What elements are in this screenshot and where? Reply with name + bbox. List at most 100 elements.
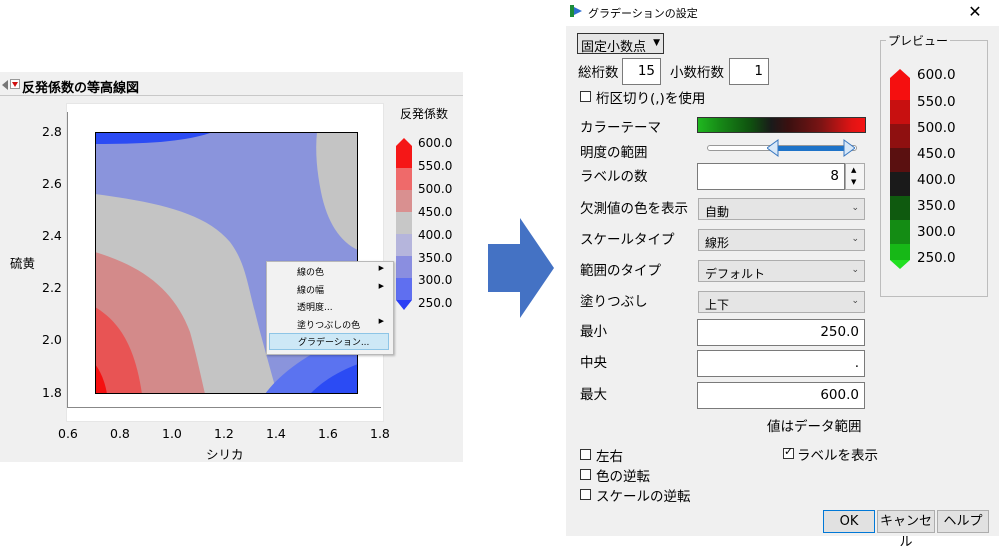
label-count-label: ラベルの数 bbox=[580, 169, 648, 185]
checkmark-icon: ✓ bbox=[784, 445, 794, 458]
red-triangle-menu-icon[interactable] bbox=[10, 79, 20, 89]
legend-label: 350.0 bbox=[418, 251, 453, 265]
menu-item-label: 塗りつぶしの色 bbox=[297, 321, 361, 331]
thousands-separator-checkbox[interactable] bbox=[580, 91, 591, 102]
y-tick-label: 2.0 bbox=[42, 332, 62, 347]
preview-label: 350.0 bbox=[917, 198, 956, 214]
slider-handle-left-icon[interactable] bbox=[767, 139, 779, 157]
legend-label: 300.0 bbox=[418, 273, 453, 287]
min-label: 最小 bbox=[580, 324, 607, 340]
x-axis-line bbox=[67, 407, 381, 408]
center-field[interactable]: . bbox=[697, 350, 865, 377]
preview-label: 500.0 bbox=[917, 120, 956, 136]
chevron-down-icon: ▼ bbox=[653, 38, 660, 48]
preview-label: 300.0 bbox=[917, 224, 956, 240]
scale-type-label: スケールタイプ bbox=[580, 232, 675, 248]
fill-label: 塗りつぶし bbox=[580, 294, 648, 310]
show-labels-checkbox[interactable]: ✓ bbox=[783, 445, 794, 459]
x-tick-label: 1.4 bbox=[266, 426, 286, 441]
collapse-triangle-icon[interactable] bbox=[2, 80, 8, 90]
spinner-down-icon[interactable]: ▼ bbox=[851, 178, 856, 186]
thousands-separator-label: 桁区切り(,)を使用 bbox=[596, 91, 706, 107]
menu-item-label: 透明度... bbox=[297, 303, 333, 313]
scale-type-select[interactable]: 線形 ⌄ bbox=[698, 229, 865, 251]
reverse-colors-checkbox[interactable] bbox=[580, 469, 591, 480]
legend-title: 反発係数 bbox=[400, 107, 449, 121]
submenu-arrow-icon: ▶ bbox=[378, 317, 384, 325]
range-type-value: デフォルト bbox=[705, 267, 766, 281]
title-underline bbox=[0, 95, 463, 96]
brightness-slider-fill bbox=[776, 146, 847, 151]
show-labels-label: ラベルを表示 bbox=[797, 448, 878, 464]
legend-label: 550.0 bbox=[418, 159, 453, 173]
reverse-scale-label: スケールの逆転 bbox=[596, 489, 691, 505]
number-format-value: 固定小数点 bbox=[581, 40, 647, 55]
y-tick-label: 2.2 bbox=[42, 280, 62, 295]
chevron-down-icon: ⌄ bbox=[851, 203, 859, 213]
dialog-title: グラデーションの設定 bbox=[588, 7, 698, 20]
chevron-down-icon: ⌄ bbox=[851, 296, 859, 306]
chevron-down-icon: ⌄ bbox=[851, 265, 859, 275]
legend-label: 400.0 bbox=[418, 228, 453, 242]
y-tick-label: 2.6 bbox=[42, 176, 62, 191]
preview-color-bar bbox=[890, 69, 910, 269]
min-field[interactable]: 250.0 bbox=[697, 319, 865, 346]
right-arrow-icon bbox=[488, 218, 554, 318]
menu-item-label: グラデーション... bbox=[298, 338, 370, 348]
y-tick-label: 1.8 bbox=[42, 385, 62, 400]
ok-button[interactable]: OK bbox=[823, 510, 875, 533]
preview-label: 400.0 bbox=[917, 172, 956, 188]
total-digits-label: 総桁数 bbox=[578, 65, 619, 81]
total-digits-field[interactable]: 15 bbox=[622, 58, 661, 85]
x-tick-label: 1.8 bbox=[370, 426, 390, 441]
missing-color-value: 自動 bbox=[705, 205, 730, 219]
missing-color-select[interactable]: 自動 ⌄ bbox=[698, 198, 865, 220]
y-axis-title: 硫黄 bbox=[10, 256, 36, 271]
report-title: 反発係数の等高線図 bbox=[22, 81, 140, 96]
scale-type-value: 線形 bbox=[705, 236, 730, 250]
fill-select[interactable]: 上下 ⌄ bbox=[698, 291, 865, 313]
x-axis-title: シリカ bbox=[206, 447, 244, 462]
x-tick-label: 1.6 bbox=[318, 426, 338, 441]
range-note: 値はデータ範囲 bbox=[767, 419, 862, 435]
left-right-label: 左右 bbox=[596, 449, 623, 465]
left-right-checkbox[interactable] bbox=[580, 449, 591, 460]
y-tick-label: 2.4 bbox=[42, 228, 62, 243]
slider-handle-right-icon[interactable] bbox=[843, 139, 855, 157]
label-count-spinner[interactable]: ▲ ▼ bbox=[845, 163, 865, 190]
legend-label: 500.0 bbox=[418, 182, 453, 196]
menu-item-gradient[interactable]: グラデーション... bbox=[269, 333, 389, 350]
reverse-scale-checkbox[interactable] bbox=[580, 489, 591, 500]
max-field[interactable]: 600.0 bbox=[697, 382, 865, 409]
decimal-digits-label: 小数桁数 bbox=[670, 65, 724, 81]
help-button[interactable]: ヘルプ bbox=[937, 510, 989, 533]
range-type-label: 範囲のタイプ bbox=[580, 263, 661, 279]
preview-label: 250.0 bbox=[917, 250, 956, 266]
menu-item-label: 線の色 bbox=[297, 268, 325, 278]
color-theme-swatch[interactable] bbox=[697, 117, 866, 133]
menu-item-line-width[interactable]: 線の幅 ▶ bbox=[267, 281, 391, 298]
y-axis-line bbox=[67, 112, 68, 408]
x-tick-label: 0.8 bbox=[110, 426, 130, 441]
range-type-select[interactable]: デフォルト ⌄ bbox=[698, 260, 865, 282]
close-icon[interactable]: ✕ bbox=[965, 2, 985, 21]
label-count-field[interactable]: 8 bbox=[697, 163, 845, 190]
submenu-arrow-icon: ▶ bbox=[378, 264, 384, 272]
legend-label: 600.0 bbox=[418, 136, 453, 150]
menu-item-transparency[interactable]: 透明度... bbox=[267, 298, 391, 315]
max-label: 最大 bbox=[580, 387, 607, 403]
color-theme-label: カラーテーマ bbox=[580, 120, 661, 136]
reverse-colors-label: 色の逆転 bbox=[596, 469, 650, 485]
menu-item-label: 線の幅 bbox=[297, 286, 325, 296]
legend-color-bar bbox=[396, 138, 412, 310]
context-menu: 線の色 ▶ 線の幅 ▶ 透明度... 塗りつぶしの色 ▶ グラデーション... bbox=[266, 261, 394, 355]
spinner-up-icon[interactable]: ▲ bbox=[851, 166, 856, 174]
number-format-select[interactable]: 固定小数点 ▼ bbox=[577, 33, 664, 55]
preview-title: プレビュー bbox=[886, 32, 951, 49]
center-label: 中央 bbox=[580, 355, 607, 371]
x-tick-label: 1.2 bbox=[214, 426, 234, 441]
menu-item-fill-color[interactable]: 塗りつぶしの色 ▶ bbox=[267, 316, 391, 333]
cancel-button[interactable]: キャンセル bbox=[877, 510, 935, 550]
menu-item-line-color[interactable]: 線の色 ▶ bbox=[267, 263, 391, 280]
decimal-digits-field[interactable]: 1 bbox=[729, 58, 769, 85]
